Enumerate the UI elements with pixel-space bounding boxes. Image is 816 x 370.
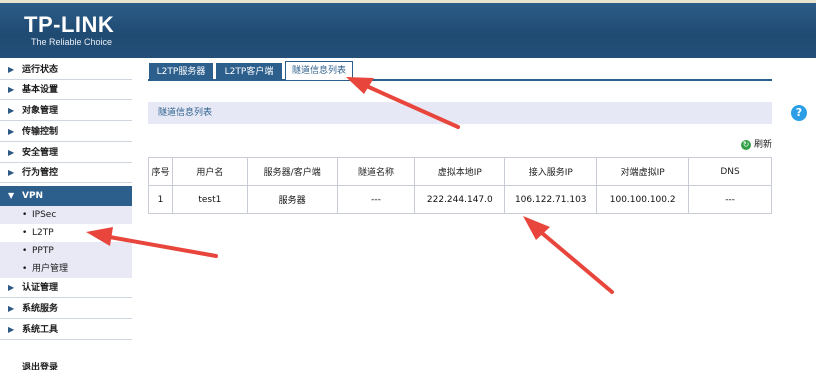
refresh-label: 刷新	[754, 140, 773, 150]
sidebar-item-label: 系统工具	[22, 325, 59, 335]
col-header-tunnel-name: 隧道名称	[336, 157, 416, 186]
chevron-right-icon: ▶	[8, 304, 15, 313]
tab-tunnel-list[interactable]: 隧道信息列表	[285, 61, 353, 80]
cell-tunnel-name: ---	[336, 185, 416, 214]
bullet-icon: •	[22, 228, 28, 238]
bullet-icon: •	[22, 264, 28, 274]
col-header-username: 用户名	[171, 157, 248, 186]
refresh-button[interactable]: ↻ 刷新	[741, 139, 772, 151]
table-row: 1 test1 服务器 --- 222.244.147.0 106.122.71…	[148, 185, 772, 214]
tunnel-table: 序号 用户名 服务器/客户端 隧道名称 虚拟本地IP 接入服务IP 对端虚拟IP…	[148, 157, 772, 214]
sidebar-item-label: 对象管理	[22, 106, 59, 116]
sidebar-item-label: 基本设置	[22, 85, 59, 95]
tp-link-logo[interactable]: TP-LINK	[24, 14, 114, 36]
help-icon[interactable]: ?	[791, 105, 807, 121]
annotation-arrowhead-ip	[523, 216, 550, 240]
chevron-right-icon: ▶	[8, 168, 15, 177]
bullet-icon: •	[22, 210, 28, 220]
sidebar-subitem-l2tp[interactable]: • L2TP	[0, 224, 132, 242]
sidebar-subitem-label: PPTP	[32, 246, 54, 256]
col-header-access-server-ip: 接入服务IP	[504, 157, 598, 186]
bullet-icon: •	[22, 246, 28, 256]
col-header-virtual-local-ip: 虚拟本地IP	[414, 157, 506, 186]
sidebar-item-label: VPN	[22, 191, 44, 201]
sidebar-item-transfer-control[interactable]: ▶ 传输控制	[0, 122, 132, 142]
sidebar-subitem-pptp[interactable]: • PPTP	[0, 242, 132, 260]
tab-l2tp-server[interactable]: L2TP服务器	[149, 63, 213, 81]
sidebar-item-label: 认证管理	[22, 283, 59, 293]
tab-l2tp-client[interactable]: L2TP客户端	[216, 63, 282, 81]
sidebar-subitem-label: 用户管理	[32, 264, 69, 274]
sidebar-item-label: 系统服务	[22, 304, 59, 314]
cell-index: 1	[148, 185, 173, 214]
sidebar-item-security[interactable]: ▶ 安全管理	[0, 143, 132, 163]
chevron-right-icon: ▶	[8, 65, 15, 74]
sidebar-item-vpn[interactable]: ▼ VPN	[0, 186, 132, 206]
sidebar-subitem-label: IPSec	[32, 210, 57, 220]
chevron-right-icon: ▶	[8, 106, 15, 115]
col-header-role: 服务器/客户端	[246, 157, 338, 186]
col-header-dns: DNS	[688, 157, 772, 186]
cell-username: test1	[171, 185, 248, 214]
cell-virtual-local-ip: 222.244.147.0	[414, 185, 506, 214]
sidebar-item-behavior-control[interactable]: ▶ 行为管控	[0, 163, 132, 183]
col-header-index: 序号	[148, 157, 173, 186]
section-title: 隧道信息列表	[148, 102, 772, 124]
chevron-right-icon: ▶	[8, 283, 15, 292]
chevron-right-icon: ▶	[8, 325, 15, 334]
refresh-icon: ↻	[741, 139, 751, 150]
sidebar-subitem-label: L2TP	[32, 228, 54, 238]
sidebar-subitem-ipsec[interactable]: • IPSec	[0, 206, 132, 224]
cell-role: 服务器	[246, 185, 338, 214]
sidebar-item-system-services[interactable]: ▶ 系统服务	[0, 299, 132, 319]
tagline: The Reliable Choice	[31, 37, 113, 47]
sidebar-item-system-tools[interactable]: ▶ 系统工具	[0, 320, 132, 340]
chevron-down-icon: ▼	[8, 191, 15, 200]
chevron-right-icon: ▶	[8, 127, 15, 136]
logout-link[interactable]: 退出登录	[22, 360, 58, 370]
sidebar-item-status[interactable]: ▶ 运行状态	[0, 60, 132, 80]
sidebar-item-object-mgmt[interactable]: ▶ 对象管理	[0, 101, 132, 121]
sidebar-item-label: 运行状态	[22, 65, 59, 75]
header-bar: TP-LINK The Reliable Choice	[0, 0, 816, 58]
sidebar-item-label: 传输控制	[22, 127, 59, 137]
sidebar-subitem-user-mgmt[interactable]: • 用户管理	[0, 260, 132, 278]
sidebar: ▶ 运行状态 ▶ 基本设置 ▶ 对象管理 ▶ 传输控制 ▶ 安全管理 ▶ 行为管…	[0, 58, 132, 370]
cell-access-server-ip: 106.122.71.103	[504, 185, 598, 214]
sidebar-item-label: 行为管控	[22, 168, 59, 178]
table-header-row: 序号 用户名 服务器/客户端 隧道名称 虚拟本地IP 接入服务IP 对端虚拟IP…	[148, 157, 772, 186]
chevron-right-icon: ▶	[8, 148, 15, 157]
annotation-arrow-ip	[534, 226, 614, 294]
chevron-right-icon: ▶	[8, 85, 15, 94]
col-header-peer-virtual-ip: 对端虚拟IP	[596, 157, 690, 186]
header-top-line	[0, 0, 816, 3]
sidebar-item-label: 安全管理	[22, 148, 59, 158]
cell-dns: ---	[688, 185, 772, 214]
cell-peer-virtual-ip: 100.100.100.2	[596, 185, 690, 214]
sidebar-item-basic-settings[interactable]: ▶ 基本设置	[0, 80, 132, 100]
router-admin-page: TP-LINK The Reliable Choice ▶ 运行状态 ▶ 基本设…	[0, 0, 816, 370]
sidebar-item-auth-mgmt[interactable]: ▶ 认证管理	[0, 278, 132, 298]
